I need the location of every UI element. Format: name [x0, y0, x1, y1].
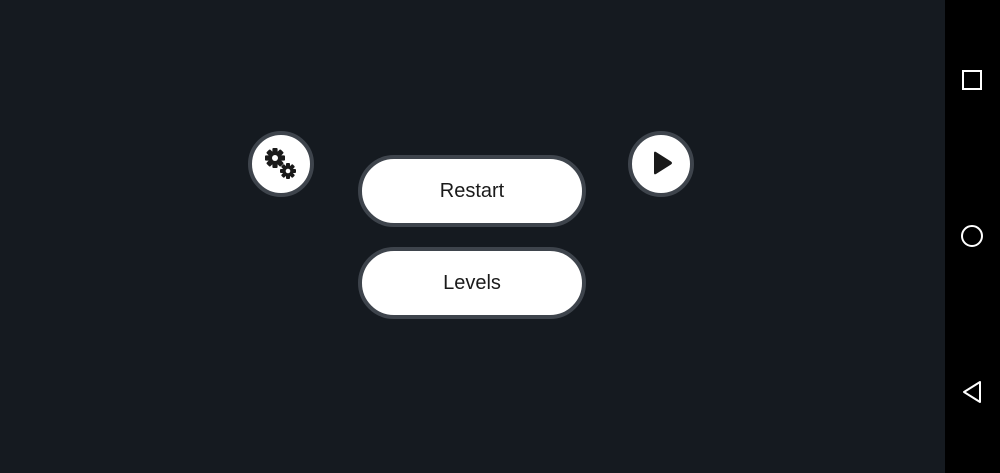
home-button[interactable] [957, 221, 987, 251]
levels-button[interactable]: Levels [358, 247, 586, 319]
system-nav-bar [945, 0, 1000, 473]
levels-label: Levels [443, 271, 501, 294]
screen: Restart Levels [0, 0, 1000, 473]
play-icon [654, 151, 672, 175]
square-icon [962, 70, 982, 90]
recents-button[interactable] [957, 65, 987, 95]
back-button[interactable] [957, 377, 987, 407]
game-area: Restart Levels [0, 0, 945, 473]
restart-button[interactable]: Restart [358, 155, 586, 227]
gears-icon [265, 148, 296, 179]
triangle-back-icon [963, 381, 981, 403]
restart-label: Restart [439, 179, 505, 202]
settings-button[interactable] [248, 131, 314, 197]
play-button[interactable] [628, 131, 694, 197]
circle-icon [961, 225, 983, 247]
